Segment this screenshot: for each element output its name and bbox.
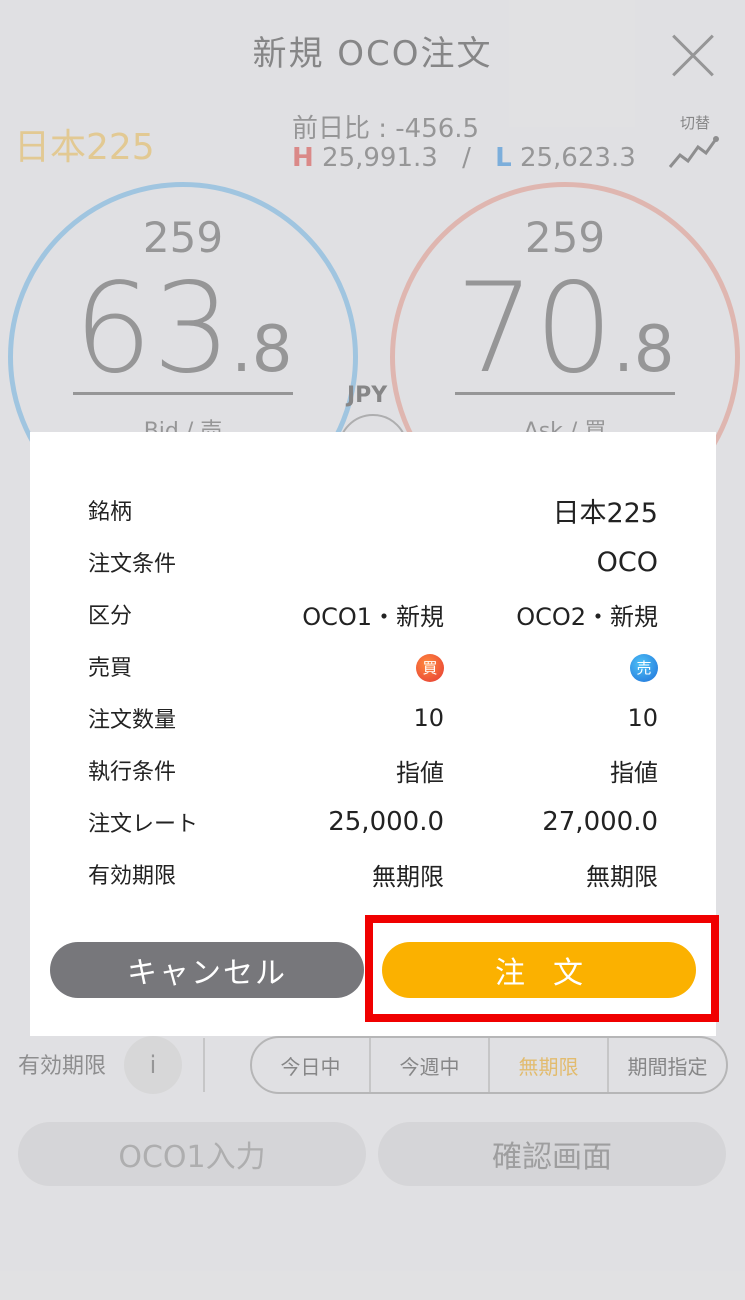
row-symbol: 銘柄 日本225 — [88, 484, 658, 536]
category-oco1: OCO1・新規 — [302, 602, 444, 631]
quantity-oco2: 10 — [627, 704, 658, 732]
side-label: 売買 — [88, 656, 133, 681]
row-quantity: 注文数量 10 10 — [88, 692, 658, 744]
row-category: 区分 OCO1・新規 OCO2・新規 — [88, 588, 658, 640]
condition-label: 注文条件 — [88, 552, 177, 577]
quantity-oco1: 10 — [413, 704, 444, 732]
symbol-value: 日本225 — [552, 497, 658, 529]
rate-label: 注文レート — [88, 812, 199, 837]
category-label: 区分 — [88, 604, 133, 629]
row-rate: 注文レート 25,000.0 27,000.0 — [88, 796, 658, 848]
row-condition: 注文条件 OCO — [88, 536, 658, 588]
quantity-label: 注文数量 — [88, 708, 177, 733]
order-summary: 銘柄 日本225 注文条件 OCO 区分 OCO1・新規 OCO2・新規 売買 … — [88, 484, 658, 900]
row-side: 売買 買 売 — [88, 640, 658, 692]
condition-value: OCO — [596, 546, 658, 578]
row-expiry: 有効期限 無期限 無期限 — [88, 848, 658, 900]
buy-badge-icon: 買 — [416, 653, 444, 682]
execution-oco1: 指値 — [396, 758, 444, 787]
sell-badge-icon: 売 — [630, 653, 658, 682]
expiry-oco2: 無期限 — [586, 862, 658, 891]
execution-oco2: 指値 — [610, 758, 658, 787]
execution-label: 執行条件 — [88, 760, 177, 785]
rate-oco2: 27,000.0 — [542, 807, 658, 837]
expiry-oco1: 無期限 — [372, 862, 444, 891]
cancel-button[interactable]: キャンセル — [50, 942, 364, 998]
order-confirm-dialog: 銘柄 日本225 注文条件 OCO 区分 OCO1・新規 OCO2・新規 売買 … — [30, 432, 716, 1036]
expiry-label: 有効期限 — [88, 864, 177, 889]
symbol-label: 銘柄 — [88, 500, 133, 525]
order-button[interactable]: 注文 — [382, 942, 696, 998]
rate-oco1: 25,000.0 — [328, 807, 444, 837]
row-execution: 執行条件 指値 指値 — [88, 744, 658, 796]
category-oco2: OCO2・新規 — [516, 602, 658, 631]
